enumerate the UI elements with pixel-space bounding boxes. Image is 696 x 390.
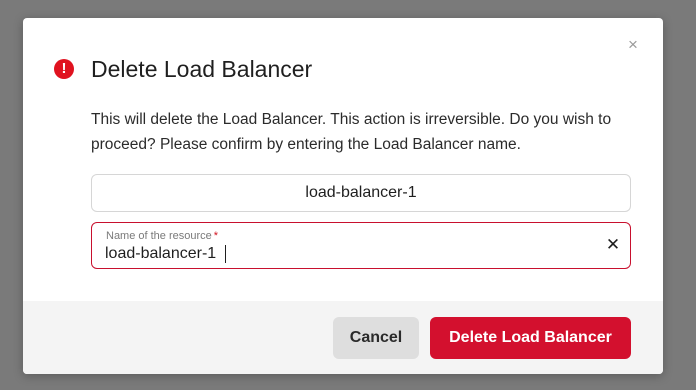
dialog-title: Delete Load Balancer: [91, 55, 313, 82]
delete-load-balancer-button[interactable]: Delete Load Balancer: [430, 317, 631, 359]
clear-icon[interactable]: ✕: [604, 236, 622, 254]
cancel-button[interactable]: Cancel: [333, 317, 419, 359]
text-caret: [225, 245, 226, 263]
close-icon[interactable]: ×: [625, 36, 641, 53]
resource-name-display: load-balancer-1: [91, 174, 631, 212]
dialog-footer: Cancel Delete Load Balancer: [23, 301, 663, 374]
alert-circle-icon: !: [54, 59, 74, 79]
resource-name-field[interactable]: Name of the resource* ✕: [91, 222, 631, 269]
resource-name-label: Name of the resource *: [106, 230, 218, 242]
delete-load-balancer-dialog: × ! Delete Load Balancer This will delet…: [23, 18, 663, 374]
required-asterisk: *: [213, 230, 219, 242]
dialog-description: This will delete the Load Balancer. This…: [91, 111, 612, 153]
dialog-header: ! Delete Load Balancer: [54, 54, 312, 84]
resource-name-input[interactable]: [105, 244, 585, 264]
resource-name-label-text: Name of the resource: [106, 230, 212, 242]
